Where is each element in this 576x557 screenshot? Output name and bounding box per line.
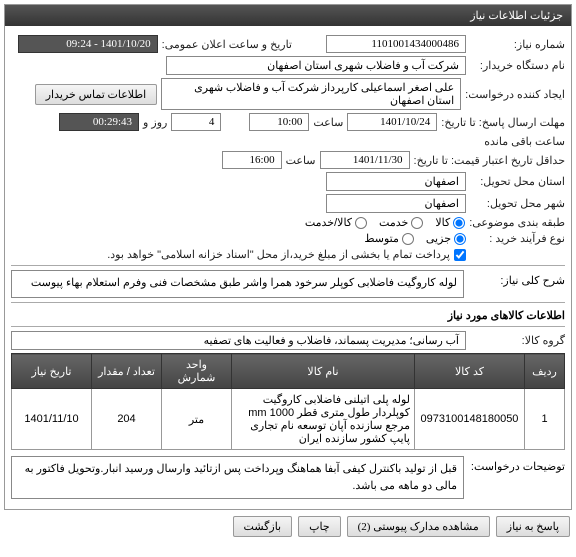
row-payment-note: پرداخت تمام یا بخشی از مبلغ خرید،از محل … [11,248,565,261]
deadline-time: 10:00 [249,113,309,131]
th-name: نام کالا [232,354,415,389]
deadline-date: 1401/10/24 [347,113,437,131]
radio-khedmat-label: خدمت [379,216,408,229]
row-category: طبقه بندی موضوعی: کالا خدمت کالا/خدمت [11,216,565,229]
print-button[interactable]: چاپ [298,516,341,537]
purchase-type-label: نوع فرآیند خرید : [470,232,565,245]
radio-khedmat[interactable] [411,217,423,229]
back-button[interactable]: بازگشت [233,516,293,537]
goods-group-label: گروه کالا: [470,334,565,347]
requester-notes-text: قبل از تولید باکنترل کیفی آبفا هماهنگ وپ… [11,456,464,499]
attachments-button[interactable]: مشاهده مدارک پیوستی (2) [347,516,490,537]
radio-minor-label: جزیی [426,232,451,245]
province-label: استان محل تحویل: [470,175,565,188]
min-valid-time: 16:00 [222,151,282,169]
category-opt-both[interactable]: کالا/خدمت [305,216,367,229]
contact-buyer-button[interactable]: اطلاعات تماس خریدار [35,84,157,105]
min-valid-label: حداقل تاریخ اعتبار قیمت: تا تاریخ: [414,154,565,167]
row-requester-notes: توضیحات درخواست: قبل از تولید باکنترل کی… [11,456,565,499]
days-label: روز و [143,116,167,129]
payment-note-text: پرداخت تمام یا بخشی از مبلغ خرید،از محل … [107,248,450,261]
divider-3 [11,326,565,327]
bottom-action-bar: پاسخ به نیاز مشاهده مدارک پیوستی (2) چاپ… [6,516,570,537]
radio-medium-label: متوسط [364,232,399,245]
city-value: اصفهان [326,194,466,213]
city-label: شهر محل تحویل: [470,197,565,210]
payment-checkbox[interactable] [454,249,466,261]
row-buyer: نام دستگاه خریدار: شرکت آب و فاضلاب شهری… [11,56,565,75]
goods-table: ردیف کد کالا نام کالا واحد شمارش تعداد /… [11,353,565,450]
cell-date: 1401/11/10 [12,389,92,450]
category-radio-group: کالا خدمت کالا/خدمت [305,216,465,229]
panel-body: شماره نیاز: 1101001434000486 تاریخ و ساع… [5,26,571,509]
cell-unit: متر [162,389,232,450]
row-city: شهر محل تحویل: اصفهان [11,194,565,213]
need-no-value: 1101001434000486 [326,35,466,53]
respond-button[interactable]: پاسخ به نیاز [496,516,570,537]
row-general-desc: شرح کلی نیاز: لوله کاروگیت فاضلابی کوپلر… [11,270,565,298]
min-valid-date: 1401/11/30 [320,151,410,169]
days-value: 4 [171,113,221,131]
row-requester: ایجاد کننده درخواست: علی اصغر اسماعیلی ک… [11,78,565,110]
details-panel: جزئیات اطلاعات نیاز شماره نیاز: 11010014… [4,4,572,510]
remaining-label: ساعت باقی مانده [484,135,565,148]
table-header-row: ردیف کد کالا نام کالا واحد شمارش تعداد /… [12,354,565,389]
row-province: استان محل تحویل: اصفهان [11,172,565,191]
category-label: طبقه بندی موضوعی: [469,216,565,229]
th-unit: واحد شمارش [162,354,232,389]
remaining-time: 00:29:43 [59,113,139,131]
purchase-radio-group: جزیی متوسط [364,232,466,245]
radio-both-label: کالا/خدمت [305,216,352,229]
deadline-label: مهلت ارسال پاسخ: تا تاریخ: [441,116,565,129]
row-goods-group: گروه کالا: آب رسانی؛ مدیریت پسماند، فاضل… [11,331,565,350]
announce-value: 1401/10/20 - 09:24 [18,35,158,53]
goods-section-title: اطلاعات کالاهای مورد نیاز [11,309,565,322]
divider-1 [11,265,565,266]
th-date: تاریخ نیاز [12,354,92,389]
province-value: اصفهان [326,172,466,191]
table-row: 1 0973100148180050 لوله پلی اتیلنی فاضلا… [12,389,565,450]
panel-header: جزئیات اطلاعات نیاز [5,5,571,26]
divider-2 [11,302,565,303]
cell-code: 0973100148180050 [415,389,525,450]
row-min-valid: حداقل تاریخ اعتبار قیمت: تا تاریخ: 1401/… [11,151,565,169]
requester-label: ایجاد کننده درخواست: [465,88,565,101]
time-label-2: ساعت [286,154,316,167]
purchase-opt-medium[interactable]: متوسط [364,232,414,245]
th-code: کد کالا [415,354,525,389]
time-label-1: ساعت [313,116,343,129]
radio-kala-label: کالا [435,216,450,229]
th-qty: تعداد / مقدار [92,354,162,389]
row-purchase-type: نوع فرآیند خرید : جزیی متوسط [11,232,565,245]
cell-name: لوله پلی اتیلنی فاضلابی کاروگیت کوپلردار… [232,389,415,450]
cell-row: 1 [525,389,565,450]
requester-value: علی اصغر اسماعیلی کارپرداز شرکت آب و فاض… [161,78,461,110]
buyer-value: شرکت آب و فاضلاب شهری استان اصفهان [166,56,466,75]
category-opt-khedmat[interactable]: خدمت [379,216,423,229]
purchase-opt-minor[interactable]: جزیی [426,232,466,245]
row-deadline: مهلت ارسال پاسخ: تا تاریخ: 1401/10/24 سا… [11,113,565,148]
need-no-label: شماره نیاز: [470,38,565,51]
radio-both[interactable] [355,217,367,229]
cell-qty: 204 [92,389,162,450]
buyer-label: نام دستگاه خریدار: [470,59,565,72]
requester-notes-label: توضیحات درخواست: [470,456,565,473]
th-row: ردیف [525,354,565,389]
radio-minor[interactable] [454,233,466,245]
general-desc-label: شرح کلی نیاز: [470,270,565,287]
general-desc-text: لوله کاروگیت فاضلابی کوپلر سرخود همرا وا… [11,270,464,298]
announce-label: تاریخ و ساعت اعلان عمومی: [162,38,292,51]
row-need-no: شماره نیاز: 1101001434000486 تاریخ و ساع… [11,35,565,53]
radio-medium[interactable] [402,233,414,245]
goods-group-value: آب رسانی؛ مدیریت پسماند، فاضلاب و فعالیت… [11,331,466,350]
category-opt-kala[interactable]: کالا [435,216,465,229]
panel-title: جزئیات اطلاعات نیاز [470,10,563,22]
radio-kala[interactable] [453,217,465,229]
